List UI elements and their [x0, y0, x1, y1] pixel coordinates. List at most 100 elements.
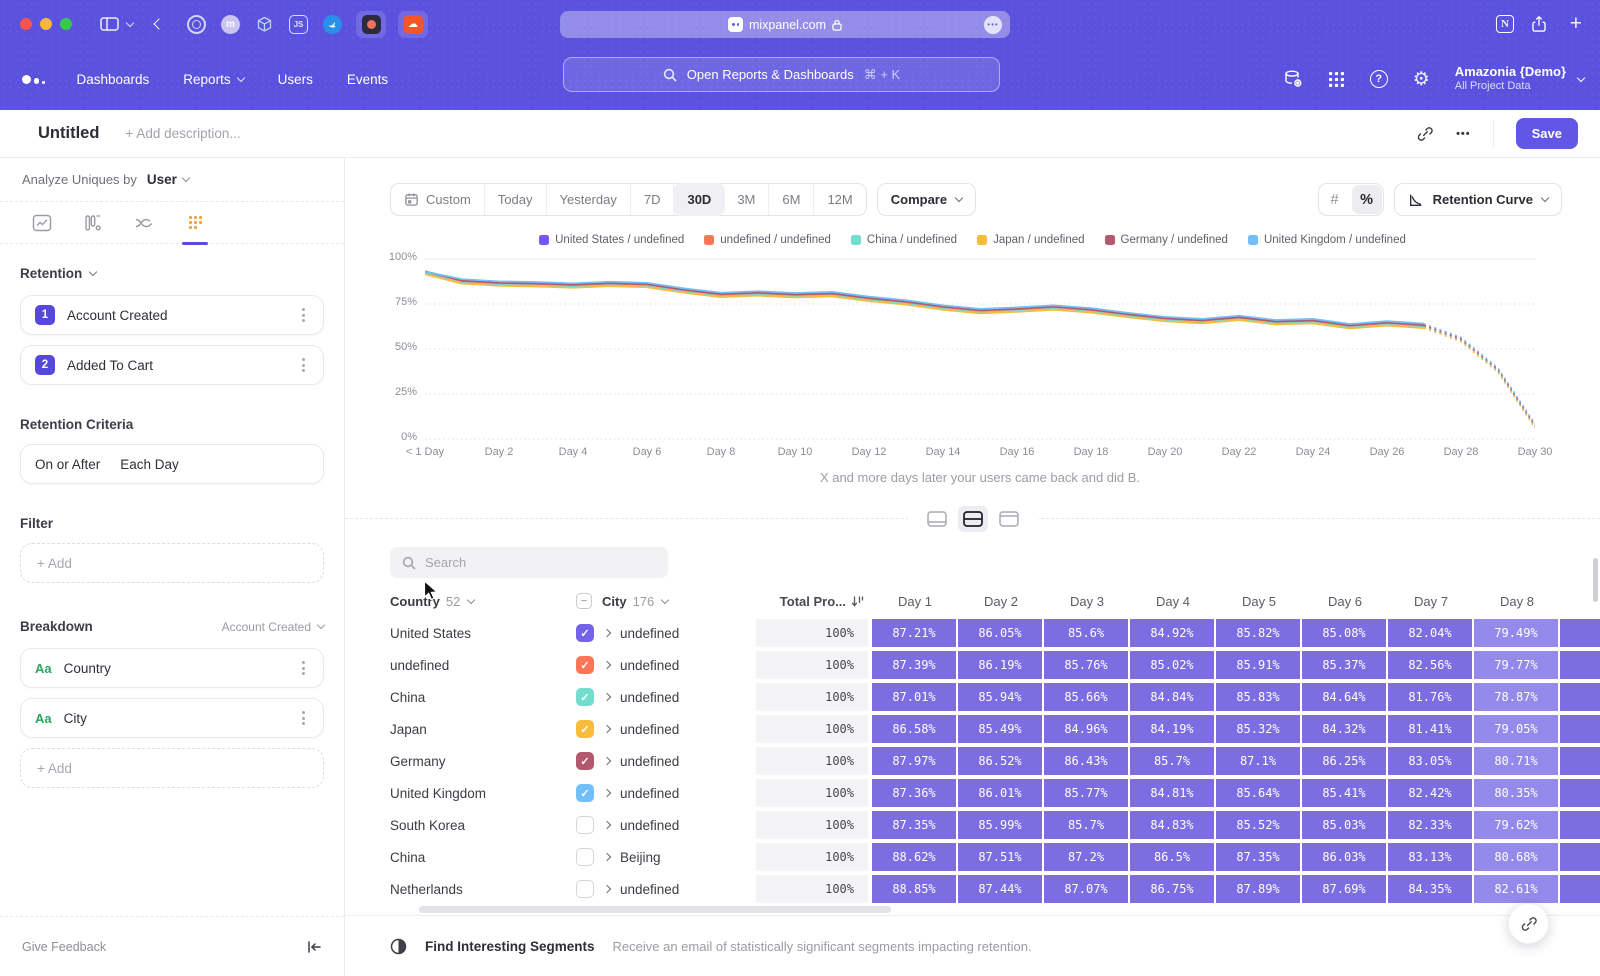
retention-value-cell[interactable]: 88.85% [872, 875, 956, 903]
retention-value-cell[interactable]: 85.7% [1130, 747, 1214, 775]
retention-value-cell[interactable]: 87.51% [958, 843, 1042, 871]
extensions-more-button[interactable]: ••• [984, 16, 1002, 34]
date-range-option[interactable]: Today [485, 184, 547, 215]
retention-value-cell[interactable]: 82.61% [1474, 875, 1558, 903]
add-filter-button[interactable]: + Add [20, 543, 324, 583]
retention-value-cell[interactable]: 87.35% [1216, 843, 1300, 871]
retention-value-cell[interactable]: 87.21% [872, 619, 956, 647]
day-column-header[interactable]: Day 7 [1388, 594, 1474, 609]
tab-overview-chevron-icon[interactable] [126, 18, 134, 26]
retention-value-cell[interactable]: 87.07% [1044, 875, 1128, 903]
horizontal-scrollbar[interactable] [419, 906, 891, 913]
retention-value-cell[interactable]: 85.32% [1216, 715, 1300, 743]
table-row[interactable]: United Kingdom ✓ undefined 100% 87.36%86… [390, 779, 1600, 807]
chart-type-selector[interactable]: Retention Curve [1394, 183, 1562, 216]
retention-value-cell[interactable]: 84.84% [1130, 683, 1214, 711]
new-tab-icon[interactable]: + [1570, 12, 1582, 36]
cloud-extension-icon[interactable]: ☁ [398, 11, 428, 38]
rings-extension-icon[interactable] [187, 15, 206, 34]
retention-value-cell[interactable]: 86.5% [1130, 843, 1214, 871]
nav-item[interactable]: Events [347, 72, 388, 87]
collapse-sidebar-icon[interactable] [307, 940, 322, 954]
legend-item[interactable]: undefined / undefined [704, 234, 831, 246]
retention-value-cell[interactable]: 87.1% [1216, 747, 1300, 775]
zoom-window-button[interactable] [60, 18, 72, 30]
apps-grid-icon[interactable] [1328, 71, 1345, 88]
report-title[interactable]: Untitled [38, 124, 99, 143]
city-column-header[interactable]: − City 176 [576, 593, 756, 609]
retention-value-cell[interactable]: 84.32% [1302, 715, 1386, 743]
date-range-option[interactable]: Custom [391, 184, 485, 215]
legend-item[interactable]: United Kingdom / undefined [1248, 234, 1406, 246]
nav-item[interactable]: Dashboards [77, 72, 150, 87]
help-icon[interactable]: ? [1370, 70, 1388, 88]
expand-row-chevron-icon[interactable] [603, 661, 611, 669]
table-row[interactable]: South Korea undefined 100% 87.35%85.99%8… [390, 811, 1600, 839]
retention-value-cell[interactable]: 85.37% [1302, 651, 1386, 679]
table-row[interactable]: United States ✓ undefined 100% 87.21%86.… [390, 619, 1600, 647]
m-extension-icon[interactable]: m [221, 15, 240, 34]
tab-insights[interactable] [30, 202, 54, 244]
table-row[interactable]: China ✓ undefined 100% 87.01%85.94%85.66… [390, 683, 1600, 711]
retention-value-cell[interactable]: 87.01% [872, 683, 956, 711]
retention-value-cell[interactable]: 88.62% [872, 843, 956, 871]
retention-value-cell-clipped[interactable] [1560, 683, 1600, 711]
retention-value-cell-clipped[interactable] [1560, 875, 1600, 903]
analyze-chevron-icon[interactable] [182, 174, 190, 182]
retention-value-cell[interactable]: 80.68% [1474, 843, 1558, 871]
retention-value-cell[interactable]: 82.04% [1388, 619, 1472, 647]
expand-row-chevron-icon[interactable] [603, 693, 611, 701]
settings-gear-icon[interactable]: ⚙ [1413, 68, 1430, 91]
retention-value-cell[interactable]: 87.35% [872, 811, 956, 839]
mixpanel-logo[interactable] [22, 75, 45, 84]
retention-value-cell[interactable]: 84.81% [1130, 779, 1214, 807]
criteria-card[interactable]: On or After Each Day [20, 444, 324, 484]
retention-value-cell-clipped[interactable] [1560, 747, 1600, 775]
table-row[interactable]: Netherlands undefined 100% 88.85%87.44%8… [390, 875, 1600, 903]
retention-value-cell[interactable]: 80.71% [1474, 747, 1558, 775]
retention-value-cell[interactable]: 78.87% [1474, 683, 1558, 711]
retention-value-cell[interactable]: 85.03% [1302, 811, 1386, 839]
give-feedback-link[interactable]: Give Feedback [22, 940, 106, 954]
global-search[interactable]: Open Reports & Dashboards ⌘ + K [563, 57, 1000, 92]
retention-value-cell[interactable]: 85.82% [1216, 619, 1300, 647]
retention-value-cell[interactable]: 87.2% [1044, 843, 1128, 871]
retention-value-cell-clipped[interactable] [1560, 715, 1600, 743]
expand-row-chevron-icon[interactable] [603, 725, 611, 733]
percent-numbers-toggle[interactable]: % [1352, 185, 1382, 214]
retention-value-cell[interactable]: 85.6% [1044, 619, 1128, 647]
copy-link-icon[interactable] [1416, 125, 1434, 143]
step-kebab-menu[interactable] [298, 304, 309, 326]
add-breakdown-button[interactable]: + Add [20, 748, 324, 788]
retention-value-cell[interactable]: 85.49% [958, 715, 1042, 743]
retention-value-cell[interactable]: 85.08% [1302, 619, 1386, 647]
row-checkbox[interactable]: ✓ [576, 624, 594, 642]
retention-value-cell[interactable]: 85.02% [1130, 651, 1214, 679]
nav-item[interactable]: Users [278, 72, 313, 87]
retention-value-cell-clipped[interactable] [1560, 843, 1600, 871]
day-column-header[interactable]: Day 1 [872, 594, 958, 609]
retention-value-cell[interactable]: 79.05% [1474, 715, 1558, 743]
retention-value-cell[interactable]: 84.19% [1130, 715, 1214, 743]
retention-value-cell[interactable]: 87.69% [1302, 875, 1386, 903]
analyze-value[interactable]: User [147, 172, 177, 187]
retention-value-cell[interactable]: 85.91% [1216, 651, 1300, 679]
retention-value-cell[interactable]: 85.41% [1302, 779, 1386, 807]
expand-row-chevron-icon[interactable] [603, 821, 611, 829]
back-button[interactable] [153, 18, 164, 29]
split-view-icon[interactable] [958, 506, 988, 532]
row-checkbox[interactable] [576, 816, 594, 834]
row-checkbox[interactable]: ✓ [576, 720, 594, 738]
breakdown-card-country[interactable]: Aa Country [20, 648, 324, 688]
retention-value-cell[interactable]: 81.41% [1388, 715, 1472, 743]
day-column-header[interactable]: Day 6 [1302, 594, 1388, 609]
address-bar[interactable]: mixpanel.com ••• [560, 11, 1010, 38]
data-management-icon[interactable] [1283, 69, 1303, 89]
day-column-header[interactable]: Day 2 [958, 594, 1044, 609]
retention-value-cell[interactable]: 86.05% [958, 619, 1042, 647]
criteria-interval[interactable]: Each Day [120, 457, 179, 472]
save-button[interactable]: Save [1516, 118, 1578, 149]
retention-value-cell[interactable]: 81.76% [1388, 683, 1472, 711]
retention-value-cell-clipped[interactable] [1560, 619, 1600, 647]
row-checkbox[interactable] [576, 848, 594, 866]
